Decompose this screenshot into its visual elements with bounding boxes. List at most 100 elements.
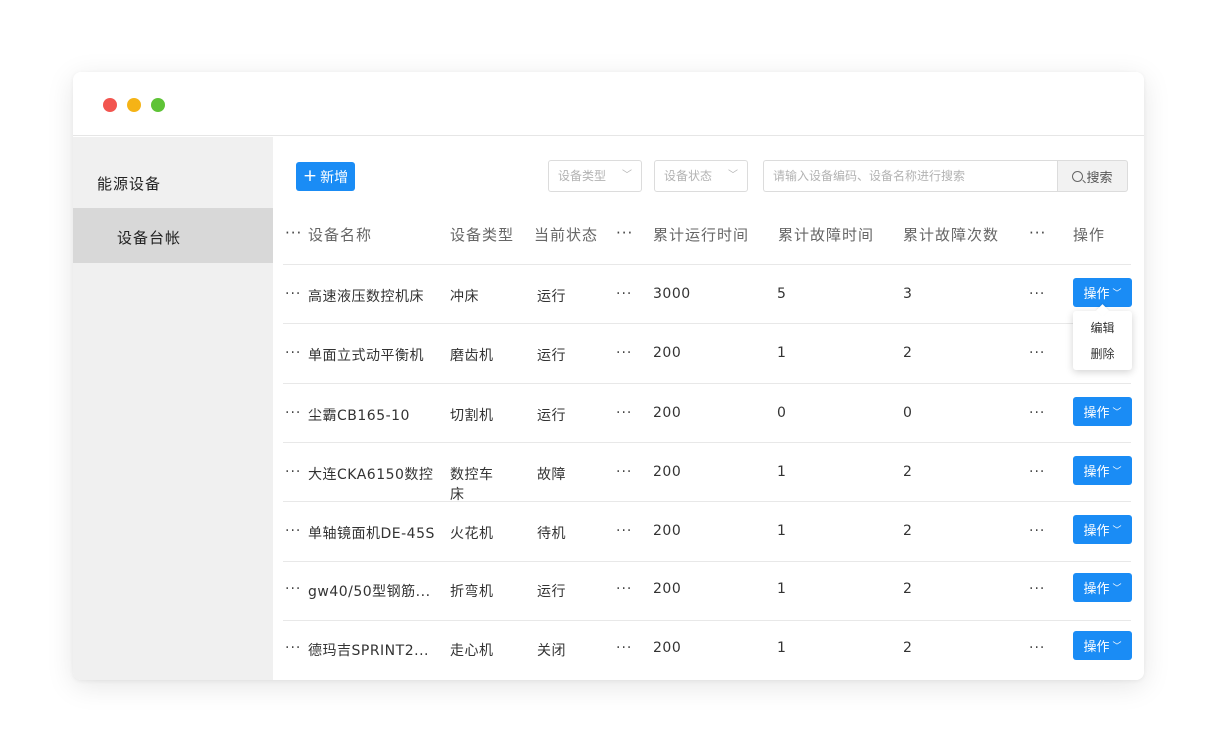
cell-fault-time: 1 [777, 523, 787, 539]
chevron-down-icon: ﹀ [728, 170, 738, 181]
operation-button-label: 操作 [1083, 582, 1110, 597]
equipment-status-select[interactable]: 设备状态 ﹀ [654, 160, 748, 192]
cell-status: 待机 [537, 526, 566, 542]
operation-button[interactable]: 操作 ﹀ [1073, 573, 1132, 602]
cell-type: 切割机 [450, 408, 494, 424]
cell-status: 运行 [537, 348, 566, 364]
cell-fault-count: 2 [903, 345, 913, 361]
row-divider [283, 561, 1131, 562]
row-more-icon[interactable]: ··· [1029, 286, 1045, 302]
row-divider [283, 323, 1131, 324]
row-divider [283, 383, 1131, 384]
operation-button[interactable]: 操作 ﹀ [1073, 397, 1132, 426]
column-header-type: 设备类型 [450, 226, 515, 244]
row-more-icon[interactable]: ··· [616, 464, 632, 480]
row-more-icon[interactable]: ··· [1029, 464, 1045, 480]
menu-item-edit[interactable]: 编辑 [1073, 319, 1132, 336]
cell-type: 走心机 [450, 643, 494, 659]
row-more-icon[interactable]: ··· [1029, 345, 1045, 361]
row-expand-icon[interactable]: ··· [285, 523, 301, 539]
row-more-icon[interactable]: ··· [616, 345, 632, 361]
cell-fault-count: 2 [903, 640, 913, 656]
row-expand-icon[interactable]: ··· [285, 640, 301, 656]
column-toggle-icon[interactable]: ··· [1029, 224, 1046, 242]
operation-button-label: 操作 [1083, 287, 1110, 302]
sidebar-group-energy-equipment[interactable]: 能源设备 [97, 173, 161, 194]
cell-name: 单轴镜面机DE-45S [308, 526, 435, 542]
cell-runtime: 200 [653, 640, 682, 656]
row-more-icon[interactable]: ··· [1029, 405, 1045, 421]
operation-button[interactable]: 操作 ﹀ [1073, 456, 1132, 485]
sidebar-item-equipment-ledger[interactable]: 设备台帐 [73, 208, 273, 263]
row-divider [283, 501, 1131, 502]
cell-fault-time: 5 [777, 286, 787, 302]
row-divider [283, 264, 1131, 265]
column-toggle-icon[interactable]: ··· [616, 224, 633, 242]
cell-name: 尘霸CB165-10 [308, 408, 410, 424]
row-expand-icon[interactable]: ··· [285, 286, 301, 302]
cell-type: 折弯机 [450, 584, 494, 600]
cell-fault-count: 0 [903, 405, 913, 421]
row-more-icon[interactable]: ··· [616, 640, 632, 656]
column-toggle-icon[interactable]: ··· [285, 224, 302, 242]
close-window-button[interactable] [103, 98, 117, 112]
chevron-down-icon: ﹀ [1112, 289, 1122, 299]
row-expand-icon[interactable]: ··· [285, 581, 301, 597]
cell-status: 运行 [537, 408, 566, 424]
column-header-name: 设备名称 [308, 226, 373, 244]
row-expand-icon[interactable]: ··· [285, 464, 301, 480]
column-header-fault-time: 累计故障时间 [778, 226, 875, 244]
cell-type: 数控车 [450, 467, 494, 483]
search-button[interactable]: 搜索 [1057, 160, 1128, 192]
app-window: 能源设备 设备台帐 + 新增 设备类型 ﹀ 设备状态 ﹀ 请输入设备编码、设备名… [73, 72, 1144, 680]
cell-fault-count: 3 [903, 286, 913, 302]
column-header-status: 当前状态 [534, 226, 599, 244]
cell-fault-time: 1 [777, 464, 787, 480]
cell-runtime: 200 [653, 464, 682, 480]
row-more-icon[interactable]: ··· [1029, 523, 1045, 539]
minimize-window-button[interactable] [127, 98, 141, 112]
equipment-type-select-label: 设备类型 [558, 169, 607, 183]
cell-status: 故障 [537, 467, 566, 483]
operation-button[interactable]: 操作 ﹀ [1073, 515, 1132, 544]
operation-button[interactable]: 操作 ﹀ [1073, 631, 1132, 660]
add-button[interactable]: + 新增 [296, 162, 355, 191]
cell-type: 冲床 [450, 289, 479, 305]
chevron-down-icon: ﹀ [1112, 584, 1122, 594]
cell-fault-time: 0 [777, 405, 787, 421]
row-more-icon[interactable]: ··· [616, 405, 632, 421]
sidebar-item-label: 设备台帐 [117, 229, 182, 247]
cell-fault-time: 1 [777, 640, 787, 656]
row-more-icon[interactable]: ··· [616, 523, 632, 539]
cell-name: 德玛吉SPRINT2... [308, 643, 429, 659]
cell-name: 大连CKA6150数控 [308, 467, 434, 483]
row-expand-icon[interactable]: ··· [285, 405, 301, 421]
column-header-fault-count: 累计故障次数 [903, 226, 1000, 244]
row-expand-icon[interactable]: ··· [285, 345, 301, 361]
search-input[interactable]: 请输入设备编码、设备名称进行搜索 [763, 160, 1058, 192]
row-more-icon[interactable]: ··· [616, 286, 632, 302]
row-more-icon[interactable]: ··· [1029, 640, 1045, 656]
cell-runtime: 3000 [653, 286, 691, 302]
cell-runtime: 200 [653, 405, 682, 421]
cell-status: 运行 [537, 289, 566, 305]
operation-button[interactable]: 操作 ﹀ [1073, 278, 1132, 307]
menu-item-delete[interactable]: 删除 [1073, 345, 1132, 362]
equipment-type-select[interactable]: 设备类型 ﹀ [548, 160, 642, 192]
cell-name: 高速液压数控机床 [308, 289, 424, 305]
cell-name: 单面立式动平衡机 [308, 348, 424, 364]
sidebar: 能源设备 设备台帐 [73, 137, 273, 680]
operation-button-label: 操作 [1083, 640, 1110, 655]
cell-runtime: 200 [653, 523, 682, 539]
operation-dropdown-menu: 编辑 删除 [1073, 304, 1132, 370]
row-more-icon[interactable]: ··· [1029, 581, 1045, 597]
maximize-window-button[interactable] [151, 98, 165, 112]
main-content: + 新增 设备类型 ﹀ 设备状态 ﹀ 请输入设备编码、设备名称进行搜索 搜索 ·… [273, 137, 1144, 680]
cell-type: 火花机 [450, 526, 494, 542]
plus-icon: + [302, 166, 318, 186]
row-more-icon[interactable]: ··· [616, 581, 632, 597]
operation-button-label: 操作 [1083, 524, 1110, 539]
cell-status: 运行 [537, 584, 566, 600]
cell-fault-count: 2 [903, 581, 913, 597]
search-icon [1072, 170, 1084, 182]
